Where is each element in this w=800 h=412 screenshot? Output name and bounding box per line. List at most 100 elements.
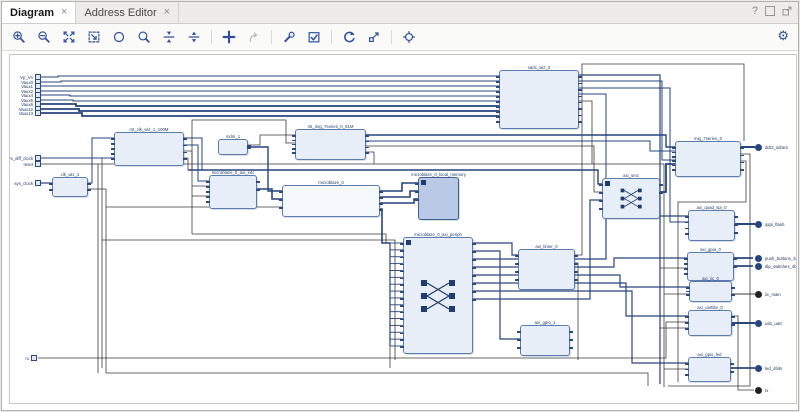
wire	[182, 145, 209, 181]
port-qspi_flash[interactable]	[755, 221, 762, 228]
pin	[279, 191, 283, 193]
pin	[49, 189, 53, 191]
search-icon[interactable]	[136, 29, 152, 45]
pin	[365, 152, 369, 154]
tab-label: Diagram	[10, 7, 54, 19]
expand-hierarchy-icon[interactable]	[186, 29, 202, 45]
block-label: microblaze_0	[318, 180, 344, 185]
close-icon[interactable]: ×	[164, 7, 170, 18]
pin	[517, 347, 521, 349]
block-clk_wiz_1[interactable]: clk_wiz_1	[52, 177, 88, 197]
tab-diagram[interactable]: Diagram ×	[2, 2, 76, 23]
block-axi_gpio_led[interactable]: axi_gpio_led	[688, 357, 731, 382]
port-rx[interactable]	[31, 355, 37, 361]
port-Vaux13[interactable]	[35, 110, 41, 116]
block-microblaze_0[interactable]: microblaze_0	[282, 185, 380, 217]
pin	[247, 147, 251, 149]
pin	[740, 162, 744, 164]
block-xadc_wiz_0[interactable]: xadc_wiz_0	[499, 70, 579, 129]
pin	[496, 91, 500, 93]
port-label: Vaux13	[19, 111, 33, 116]
pin	[292, 140, 296, 142]
block-axi_timer_0[interactable]: axi_timer_0	[518, 249, 575, 290]
pin	[578, 108, 582, 110]
tab-address-editor[interactable]: Address Editor ×	[76, 2, 179, 23]
port-reset[interactable]	[35, 161, 41, 167]
block-label: mdm_1	[226, 134, 240, 139]
zoom-fit-icon[interactable]	[61, 29, 77, 45]
pin	[599, 184, 603, 186]
pin	[686, 294, 690, 296]
pin	[686, 287, 690, 289]
pin	[496, 106, 500, 108]
regenerate-layout-icon[interactable]	[341, 29, 357, 45]
pin	[599, 200, 603, 202]
block-axi_uartlite_0[interactable]: axi_uartlite_0	[688, 310, 732, 336]
block-rst_mig_7series_0_81M[interactable]: rst_mig_7series_0_81M	[295, 129, 366, 160]
block-axi_iic_0[interactable]: axi_iic_0	[689, 281, 732, 302]
pin	[685, 374, 689, 376]
hierarchy-icon[interactable]	[421, 180, 426, 185]
pin	[731, 287, 735, 289]
port-sys_clock[interactable]	[35, 180, 41, 186]
pin	[111, 153, 115, 155]
zoom-in-icon[interactable]	[11, 29, 27, 45]
block-axi_gpio_1[interactable]: axi_gpio_1	[520, 325, 570, 356]
block-axi_smc[interactable]: axi_smc	[602, 178, 660, 219]
pin	[684, 273, 688, 275]
crossbar-icon	[603, 179, 659, 218]
block-microblaze_0_axi_intc[interactable]: microblaze_0_axi_intc	[209, 175, 257, 209]
block-rst_clk_wiz_1_100M[interactable]: rst_clk_wiz_1_100M	[114, 132, 184, 166]
collapse-hierarchy-icon[interactable]	[161, 29, 177, 45]
pin	[415, 199, 419, 201]
add-ip-icon[interactable]	[221, 29, 237, 45]
wire	[41, 109, 499, 111]
port-usb_uart[interactable]	[755, 320, 762, 327]
diagram-canvas[interactable]: Vp_VnVaux0Vaux1Vaux2Vaux4Vaux5Vaux6Vaux1…	[9, 54, 797, 404]
block-microblaze_0_local_memory[interactable]: microblaze_0_local_memory	[418, 177, 459, 220]
wire	[41, 113, 499, 116]
pin	[379, 203, 383, 205]
validate-design-icon[interactable]	[306, 29, 322, 45]
block-label: axi_iic_0	[702, 276, 719, 281]
pin	[672, 165, 676, 167]
pin	[472, 299, 476, 301]
block-microblaze_0_axi_periph[interactable]: microblaze_0_axi_periph	[403, 237, 473, 354]
pin	[734, 232, 738, 234]
pin	[740, 147, 744, 149]
pin	[574, 271, 578, 273]
close-icon[interactable]: ×	[61, 7, 67, 18]
maximize-icon[interactable]	[765, 6, 775, 16]
autofit-icon[interactable]	[111, 29, 127, 45]
port-led_4bits[interactable]	[755, 365, 762, 372]
block-mig_7series_0[interactable]: mig_7series_0	[675, 141, 741, 177]
pin	[415, 183, 419, 185]
zoom-out-icon[interactable]	[36, 29, 52, 45]
gear-icon[interactable]: ⚙	[777, 29, 789, 42]
port-label: sys_diff_clock	[9, 156, 33, 161]
zoom-selection-icon[interactable]	[86, 29, 102, 45]
pin	[111, 158, 115, 160]
block-label: axi_smc	[623, 173, 639, 178]
interface-view-icon[interactable]	[401, 29, 417, 45]
port-iic_main[interactable]	[755, 291, 762, 298]
pin	[279, 207, 283, 209]
port-ddr2_sdram[interactable]	[755, 144, 762, 151]
pin	[684, 258, 688, 260]
float-icon[interactable]	[782, 6, 792, 16]
block-label: microblaze_0_local_memory	[411, 172, 466, 177]
port-dip_switches_4bits[interactable]	[755, 263, 762, 270]
block-label: axi_gpio_1	[535, 320, 556, 325]
port-tx[interactable]	[755, 387, 762, 394]
help-icon[interactable]: ?	[752, 5, 758, 17]
customize-block-icon[interactable]	[281, 29, 297, 45]
block-axi_quad_spi_0[interactable]: axi_quad_spi_0	[688, 210, 735, 241]
pin	[578, 89, 582, 91]
port-label: qspi_flash	[765, 222, 784, 227]
block-mdm_1[interactable]: mdm_1	[218, 139, 248, 155]
port-push_buttons_4bits[interactable]	[755, 255, 762, 262]
pin	[365, 141, 369, 143]
wire	[38, 322, 688, 358]
port-label: usb_uart	[765, 321, 782, 326]
route-design-icon[interactable]	[366, 29, 382, 45]
